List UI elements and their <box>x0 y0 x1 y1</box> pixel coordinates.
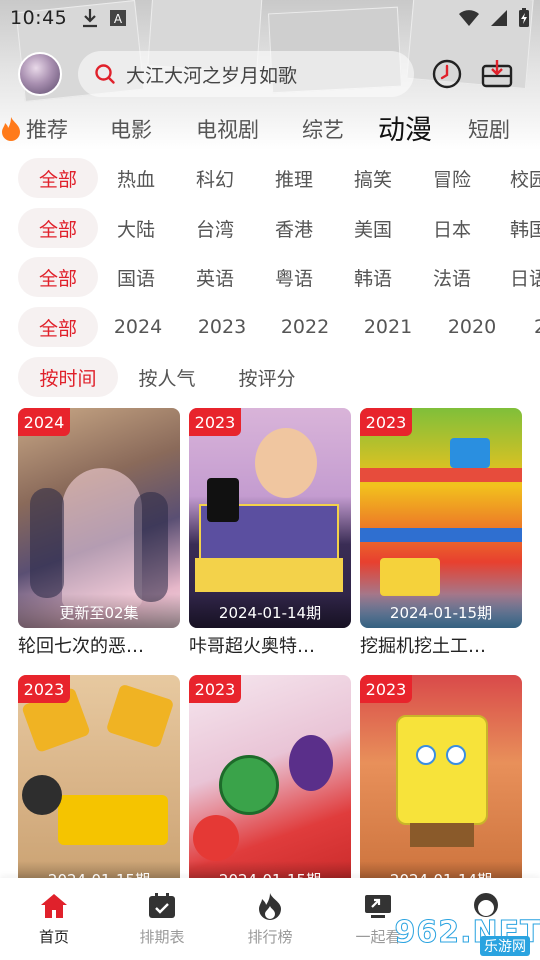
download-button[interactable] <box>480 57 514 91</box>
year-badge: 2023 <box>189 408 241 436</box>
filter-chip[interactable]: 2024 <box>98 307 178 347</box>
filter-chip[interactable]: 校园 <box>492 158 540 198</box>
year-badge: 2023 <box>18 675 70 703</box>
filter-chip[interactable]: 韩语 <box>334 257 412 297</box>
video-thumbnail[interactable]: 2024 更新至02集 <box>18 408 180 628</box>
filter-chip[interactable]: 全部 <box>18 307 98 347</box>
tab-variety[interactable]: 综艺 <box>302 114 344 144</box>
calendar-icon <box>149 893 175 918</box>
video-card[interactable]: 2023 2024-01-14期 咔哥超火奥特… <box>189 408 351 658</box>
battery-icon <box>519 8 529 27</box>
filter-chip[interactable]: 推理 <box>255 158 333 198</box>
year-badge: 2023 <box>360 408 412 436</box>
status-bar: 10:45 A <box>0 0 540 36</box>
tab-recommend[interactable]: 推荐 <box>26 114 68 144</box>
filter-chip[interactable]: 全部 <box>18 208 98 248</box>
episode-caption: 2024-01-15期 <box>360 594 522 628</box>
filter-chip[interactable]: 2023 <box>182 307 262 347</box>
watermark-subtext: 乐游网 <box>480 936 530 956</box>
year-badge: 2024 <box>18 408 70 436</box>
video-card[interactable]: 2023 2024-01-15期 <box>18 675 180 899</box>
filter-chip[interactable]: 台湾 <box>176 208 254 248</box>
sort-chip[interactable]: 按人气 <box>118 357 216 397</box>
search-placeholder: 大江大河之岁月如歌 <box>126 64 298 87</box>
filter-chip[interactable]: 2019 <box>516 307 540 347</box>
tab-tv-series[interactable]: 电视剧 <box>196 114 259 144</box>
nav-schedule[interactable]: 排期表 <box>124 892 200 947</box>
history-icon <box>432 59 462 89</box>
filter-chip[interactable]: 国语 <box>98 257 174 297</box>
svg-text:A: A <box>114 12 123 26</box>
nav-home[interactable]: 首页 <box>16 892 92 947</box>
search-icon <box>95 64 115 84</box>
video-thumbnail[interactable]: 2023 2024-01-14期 <box>360 675 522 895</box>
category-tabs: 推荐 电影 电视剧 综艺 动漫 短剧 <box>0 106 540 150</box>
wifi-icon <box>459 10 479 26</box>
filter-chip[interactable]: 搞笑 <box>334 158 412 198</box>
keyboard-status-icon: A <box>110 10 127 26</box>
filter-chip[interactable]: 2020 <box>432 307 512 347</box>
filter-chip[interactable]: 韩国 <box>492 208 540 248</box>
filter-row-region: 全部 大陆 台湾 香港 美国 日本 韩国 <box>0 206 540 250</box>
video-card[interactable]: 2023 2024-01-14期 <box>360 675 522 899</box>
home-icon <box>41 894 67 918</box>
tab-anime[interactable]: 动漫 <box>378 108 432 147</box>
filter-chip[interactable]: 美国 <box>334 208 412 248</box>
tab-short-drama[interactable]: 短剧 <box>468 114 510 144</box>
filter-row-genre: 全部 热血 科幻 推理 搞笑 冒险 校园 <box>0 156 540 200</box>
filter-chip[interactable]: 日语 <box>492 257 540 297</box>
video-thumbnail[interactable]: 2023 2024-01-15期 <box>189 675 351 895</box>
nav-label: 首页 <box>38 928 69 946</box>
filter-chip[interactable]: 全部 <box>18 158 98 198</box>
episode-caption: 2024-01-14期 <box>189 594 351 628</box>
filter-chip[interactable]: 法语 <box>413 257 491 297</box>
filter-row-sort: 按时间 按人气 按评分 <box>0 355 540 399</box>
site-watermark: 962.NET 乐游网 <box>394 908 540 956</box>
video-card[interactable]: 2024 更新至02集 轮回七次的恶… <box>18 408 180 658</box>
filter-chip[interactable]: 2022 <box>265 307 345 347</box>
video-thumbnail[interactable]: 2023 2024-01-15期 <box>360 408 522 628</box>
year-badge: 2023 <box>360 675 412 703</box>
nav-label: 排行榜 <box>247 928 293 946</box>
history-button[interactable] <box>430 57 464 91</box>
signal-icon <box>491 10 507 26</box>
filter-chip[interactable]: 大陆 <box>98 208 174 248</box>
download-status-icon <box>83 9 98 28</box>
download-tray-icon <box>481 60 513 88</box>
video-thumbnail[interactable]: 2023 2024-01-14期 <box>189 408 351 628</box>
search-row: 大江大河之岁月如歌 <box>0 48 540 100</box>
video-card[interactable]: 2023 2024-01-15期 <box>189 675 351 899</box>
status-time: 10:45 <box>10 7 68 29</box>
nav-ranking[interactable]: 排行榜 <box>232 892 308 947</box>
video-title[interactable]: 轮回七次的恶… <box>18 632 180 658</box>
filter-chip[interactable]: 热血 <box>98 158 174 198</box>
sort-chip[interactable]: 按时间 <box>18 357 118 397</box>
video-title[interactable]: 挖掘机挖土工… <box>360 632 522 658</box>
video-card[interactable]: 2023 2024-01-15期 挖掘机挖土工… <box>360 408 522 658</box>
filter-row-language: 全部 国语 英语 粤语 韩语 法语 日语 <box>0 255 540 299</box>
avatar[interactable] <box>18 52 62 96</box>
filter-chip[interactable]: 全部 <box>18 257 98 297</box>
sort-chip[interactable]: 按评分 <box>218 357 316 397</box>
episode-caption: 更新至02集 <box>18 594 180 628</box>
filter-chip[interactable]: 冒险 <box>413 158 491 198</box>
filter-chip[interactable]: 2021 <box>348 307 428 347</box>
search-input[interactable]: 大江大河之岁月如歌 <box>78 51 414 97</box>
flame-icon <box>259 893 281 920</box>
fire-icon <box>0 116 22 146</box>
filter-chip[interactable]: 香港 <box>255 208 333 248</box>
video-title[interactable]: 咔哥超火奥特… <box>189 632 351 658</box>
share-screen-icon <box>365 895 391 918</box>
filter-chip[interactable]: 英语 <box>176 257 254 297</box>
tab-movie[interactable]: 电影 <box>110 114 152 144</box>
filter-row-year: 全部 2024 2023 2022 2021 2020 2019 <box>0 305 540 349</box>
video-thumbnail[interactable]: 2023 2024-01-15期 <box>18 675 180 895</box>
filter-chip[interactable]: 科幻 <box>176 158 254 198</box>
nav-label: 排期表 <box>139 928 185 946</box>
filter-chip[interactable]: 日本 <box>413 208 491 248</box>
year-badge: 2023 <box>189 675 241 703</box>
filter-chip[interactable]: 粤语 <box>255 257 333 297</box>
